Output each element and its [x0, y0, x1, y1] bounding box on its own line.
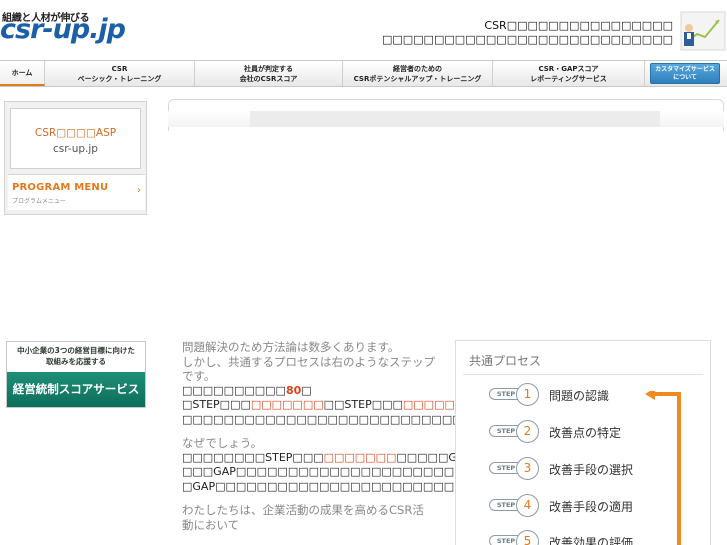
nav-company-csr-score[interactable]: 社員が判定する 会社のCSRスコア	[195, 61, 343, 86]
loop-back-arrow-icon	[645, 391, 681, 545]
step-number: 1	[516, 383, 539, 406]
site-header: 組織と人材が伸びる csr-up.jp CSR□□□□□□□□□□□□□□□□ …	[0, 0, 727, 58]
p2-highlight-a: □□□□□□□	[250, 398, 324, 411]
nav-csr-potential-training[interactable]: 経営者のための CSRポテンシャルアップ・トレーニング	[343, 61, 493, 86]
header-tagline-line1: CSR□□□□□□□□□□□□□□□□	[484, 19, 673, 32]
step-label: 改善手段の適用	[549, 500, 634, 514]
program-menu-subtitle: プログラムメニュー	[12, 198, 66, 205]
p4-highlight: □□□□□□□	[323, 450, 397, 464]
banner-caption: 中小企業の3つの経営目標に向けた 取組みを応援する	[7, 342, 145, 372]
p1-text: □□□□□□□□□□	[182, 383, 286, 397]
program-menu-link[interactable]: PROGRAM MENU プログラムメニュー ›	[8, 174, 145, 210]
intro-line3: です。	[182, 369, 216, 383]
paragraph-2: □STEP□□□□□□□□□□□□STEP□□□□□□□□□□□□□□□□□□□	[182, 398, 569, 413]
header-tagline-line2: □□□□□□□□□□□□□□□□□□□□□□□□□□□□	[381, 33, 673, 46]
p1-highlight: 80	[285, 383, 302, 397]
banner-title: 経営統制スコアサービス	[7, 372, 145, 407]
p2-text-a: □STEP□□□	[182, 398, 251, 411]
logo-main-text: csr-up	[0, 14, 90, 45]
paragraph-3: □□□□□□□□□□□□□□□□□□□□□□□□□□□□□□□□□□□□□□□□…	[182, 412, 609, 426]
common-process-panel: 共通プロセス STEP 1 問題の認識 STEP 2 改善点の特定 STEP 3…	[455, 340, 711, 545]
banner-caption-line2: 取組みを応援する	[46, 357, 106, 366]
nav-item1-line2: ベーシック・トレーニング	[77, 74, 162, 83]
paragraph-6: □GAP□□□□□□□□□□□□□□□□□□□□□□□	[182, 479, 455, 493]
paragraph-4: □□□□□□□□STEP□□□□□□□□□□□□□□□GAP□□	[182, 450, 492, 466]
businessman-illustration-icon	[680, 11, 726, 51]
banner-caption-line1: 中小企業の3つの経営目標に向けた	[17, 346, 135, 355]
outro-line2: 動において	[182, 517, 240, 532]
nav-item3-line2: CSRポテンシャルアップ・トレーニング	[353, 74, 482, 83]
outro-line1: わたしたちは、企業活動の成果を高めるCSR活	[182, 503, 424, 517]
nav-home-label: ホーム	[11, 68, 33, 77]
main-nav: ホーム CSR ベーシック・トレーニング 社員が判定する 会社のCSRスコア 経営者…	[0, 60, 727, 87]
management-score-banner[interactable]: 中小企業の3つの経営目標に向けた 取組みを応援する 経営統制スコアサービス	[6, 341, 146, 408]
nav-csr-basic-training[interactable]: CSR ベーシック・トレーニング	[45, 61, 195, 86]
intro-text-block: 問題解決のため方法論は数多くあります。 しかし、共通するプロセスは右のようなステ…	[182, 340, 609, 532]
step-label: 改善点の特定	[549, 426, 622, 440]
customize-line2: について	[673, 73, 697, 81]
nav-gap-score-reporting[interactable]: CSR・GAPスコア レポーティングサービス	[493, 61, 645, 86]
p2-text-b: □□STEP□□□	[323, 398, 403, 411]
nav-item4-line1: CSR・GAPスコア	[538, 64, 599, 73]
step-number: 4	[516, 494, 539, 517]
customize-line1: カスタマイズサービス	[655, 65, 715, 73]
asp-domain: csr-up.jp	[53, 143, 98, 155]
intro-line1: 問題解決のため方法論は数多くあります。	[182, 340, 400, 354]
intro-line2: しかし、共通するプロセスは右のようなステップ	[182, 354, 435, 369]
nav-item3-line1: 経営者のための	[392, 64, 442, 73]
asp-title: CSR□□□□ASP	[34, 127, 117, 139]
step-label: 改善効果の評価	[549, 536, 634, 545]
step-label: 問題の認識	[549, 389, 610, 403]
nav-item2-line2: 会社のCSRスコア	[239, 74, 298, 83]
program-menu-title: PROGRAM MENU	[12, 182, 109, 193]
chevron-right-icon: ›	[137, 185, 141, 196]
main-panel-placeholder	[250, 111, 660, 127]
nav-home[interactable]: ホーム	[0, 61, 45, 86]
nav-item1-line1: CSR	[111, 64, 128, 73]
step-number: 3	[516, 457, 539, 480]
logo-tld-text: .jp	[89, 14, 126, 45]
p4-text-a: □□□□□□□□STEP□□□	[182, 450, 324, 464]
process-title: 共通プロセス	[469, 354, 542, 368]
paragraph-1: □□□□□□□□□□80□	[182, 384, 444, 399]
site-logo[interactable]: csr-up.jp	[0, 14, 126, 45]
step-label: 改善手段の選択	[549, 463, 634, 477]
nav-item2-line1: 社員が判定する	[243, 64, 293, 73]
step-number: 5	[516, 530, 539, 545]
nav-item4-line2: レポーティングサービス	[530, 74, 607, 83]
sidebar-box: CSR□□□□ASP csr-up.jp PROGRAM MENU プログラムメ…	[4, 101, 147, 215]
paragraph-5: □□□GAP□□□□□□□□□□□□□□□□□□□□□□□□□□□□□□	[182, 465, 548, 478]
process-divider	[463, 374, 703, 375]
why-heading: なぜでしょう。	[182, 436, 263, 450]
customize-service-button[interactable]: カスタマイズサービス について	[650, 63, 720, 84]
page: 組織と人材が伸びる csr-up.jp CSR□□□□□□□□□□□□□□□□ …	[0, 0, 727, 545]
step-number: 2	[516, 420, 539, 443]
asp-card[interactable]: CSR□□□□ASP csr-up.jp	[10, 108, 141, 169]
p1-tail: □	[301, 383, 312, 397]
